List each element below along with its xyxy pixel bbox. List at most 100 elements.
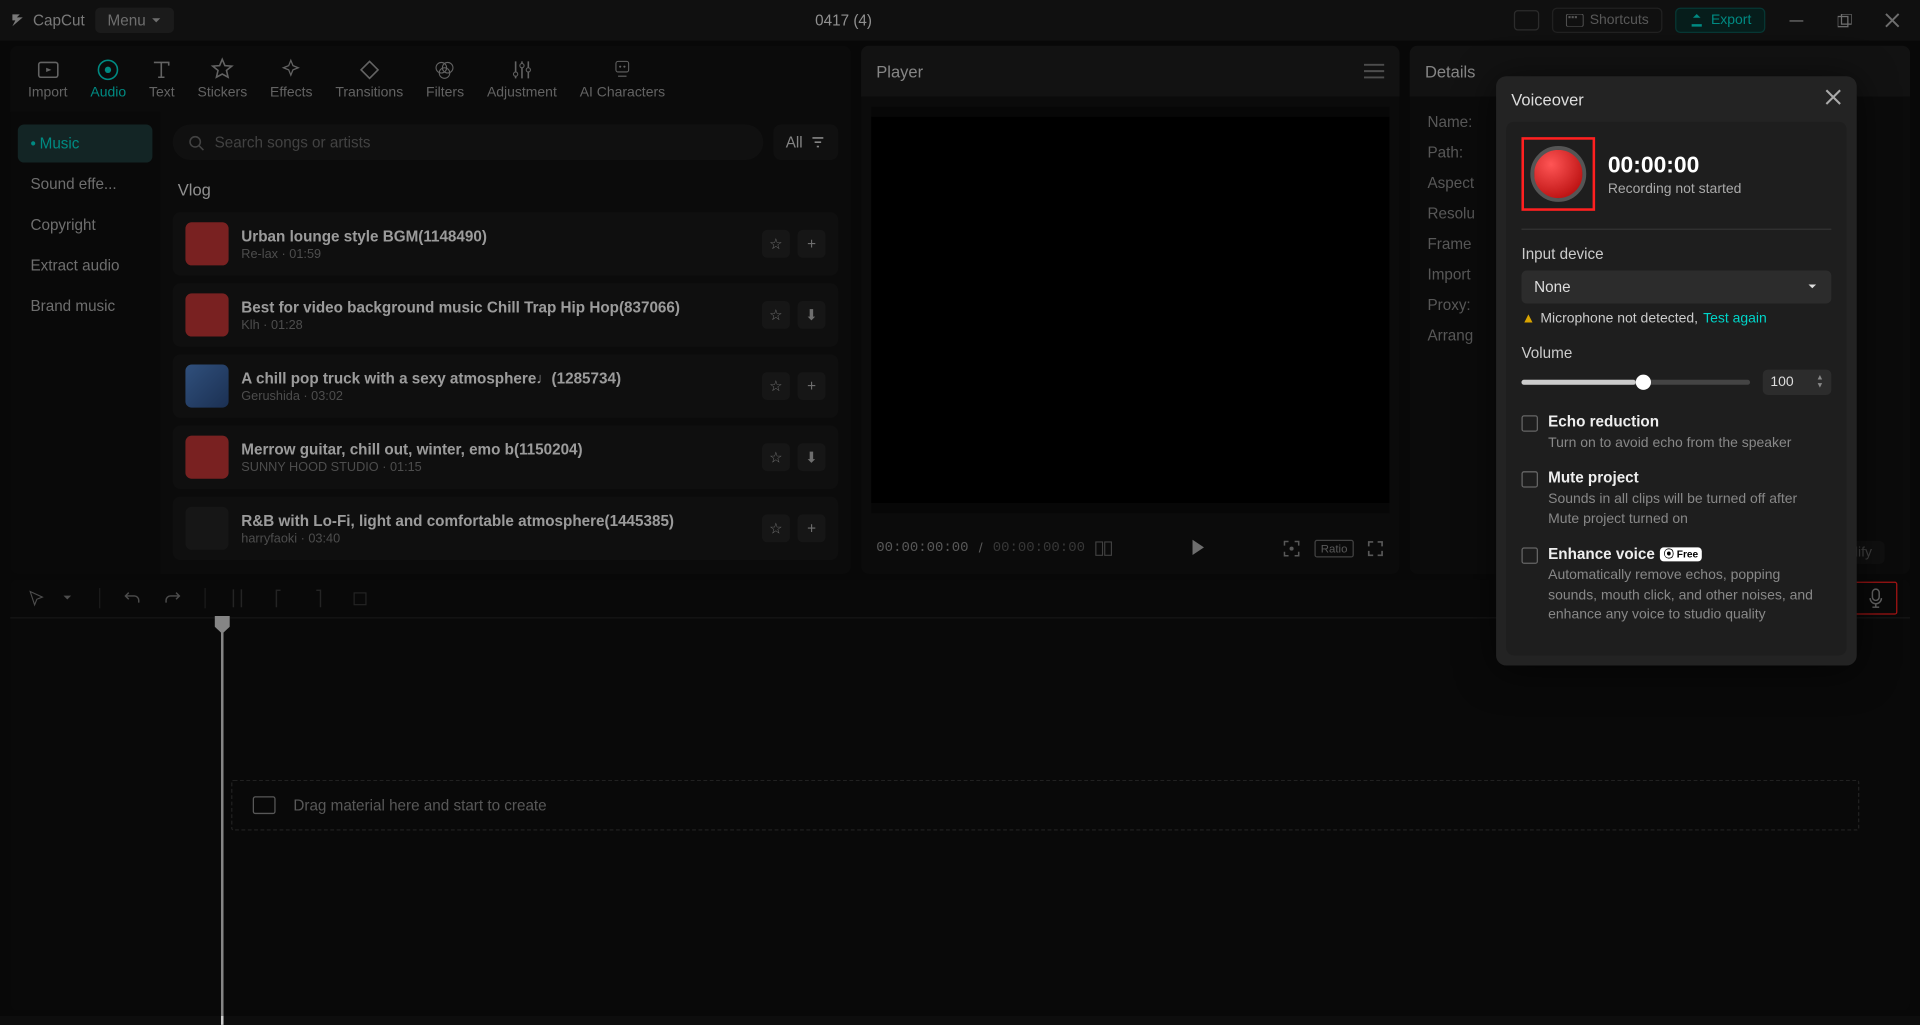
playhead[interactable] [221, 618, 224, 1024]
mic-warning: ▲ Microphone not detected,Test again [1521, 311, 1831, 326]
record-button[interactable] [1521, 137, 1595, 211]
tab-adjustment[interactable]: Adjustment [487, 57, 557, 100]
chevron-down-icon [151, 15, 161, 25]
project-title: 0417 (4) [184, 11, 1504, 29]
record-circle-icon [1530, 146, 1586, 202]
selection-tool[interactable] [23, 584, 51, 612]
favorite-button[interactable]: ☆ [762, 443, 790, 471]
tab-filters[interactable]: Filters [426, 57, 464, 100]
ratio-button[interactable]: Ratio [1314, 540, 1353, 558]
favorite-button[interactable]: ☆ [762, 230, 790, 258]
tab-transitions[interactable]: Transitions [335, 57, 403, 100]
microphone-icon [1867, 588, 1885, 608]
trim-right-tool[interactable]: ⎤ [305, 584, 333, 612]
timeline-tracks[interactable]: Drag material here and start to create [10, 640, 1910, 996]
sidebar-item-music[interactable]: •Music [18, 124, 153, 162]
free-badge: ⦿ Free [1660, 547, 1702, 561]
compare-icon[interactable] [1095, 540, 1113, 558]
add-button[interactable]: + [798, 372, 826, 400]
song-thumbnail [185, 293, 228, 336]
media-tab-strip: Import Audio Text Stickers Effects Trans… [10, 46, 851, 112]
voiceover-button[interactable] [1854, 582, 1897, 615]
download-button[interactable]: ⬇ [798, 443, 826, 471]
tool-dropdown[interactable] [53, 584, 81, 612]
sidebar-item-extract-audio[interactable]: Extract audio [18, 246, 153, 284]
song-row[interactable]: Best for video background music Chill Tr… [173, 283, 838, 347]
option-label: Enhance voice ⦿ Free [1548, 545, 1831, 563]
focus-icon[interactable] [1281, 538, 1301, 558]
tab-audio[interactable]: Audio [90, 57, 126, 100]
download-button[interactable]: ⬇ [798, 301, 826, 329]
volume-stepper[interactable]: 100 ▲▼ [1763, 370, 1832, 395]
undo-button[interactable] [118, 584, 146, 612]
favorite-button[interactable]: ☆ [762, 372, 790, 400]
maximize-icon [1837, 13, 1851, 27]
minimize-button[interactable] [1778, 3, 1814, 39]
layout-icon[interactable] [1514, 10, 1539, 30]
volume-slider[interactable] [1521, 380, 1750, 385]
song-row[interactable]: A chill pop truck with a sexy atmosphere… [173, 354, 838, 418]
timeline-drop-hint[interactable]: Drag material here and start to create [231, 780, 1859, 831]
song-title: R&B with Lo-Fi, light and comfortable at… [241, 511, 749, 529]
test-again-link[interactable]: Test again [1703, 311, 1767, 326]
undo-icon [123, 589, 141, 607]
search-input[interactable]: Search songs or artists [173, 124, 763, 160]
audio-icon [96, 57, 121, 82]
song-row[interactable]: Urban lounge style BGM(1148490)Re-lax · … [173, 212, 838, 276]
checkbox[interactable] [1521, 472, 1538, 489]
play-icon [1188, 538, 1206, 556]
song-row[interactable]: R&B with Lo-Fi, light and comfortable at… [173, 497, 838, 561]
voiceover-title: Voiceover [1511, 90, 1584, 109]
player-menu-icon[interactable] [1364, 64, 1384, 79]
volume-label: Volume [1521, 344, 1831, 362]
redo-button[interactable] [159, 584, 187, 612]
export-icon [1689, 13, 1704, 28]
fullscreen-icon[interactable] [1367, 540, 1385, 558]
shortcuts-button[interactable]: Shortcuts [1552, 8, 1663, 33]
song-title: A chill pop truck with a sexy atmosphere… [241, 369, 749, 387]
transitions-icon [357, 57, 382, 82]
maximize-button[interactable] [1826, 3, 1862, 39]
add-button[interactable]: + [798, 230, 826, 258]
split-tool[interactable]: ⎮⎮ [224, 584, 252, 612]
tab-stickers[interactable]: Stickers [198, 57, 248, 100]
import-icon [35, 57, 60, 82]
sidebar-item-copyright[interactable]: Copyright [18, 206, 153, 244]
checkbox[interactable] [1521, 415, 1538, 432]
input-device-select[interactable]: None [1521, 271, 1831, 304]
tab-effects[interactable]: Effects [270, 57, 312, 100]
close-icon [1885, 13, 1900, 28]
capcut-icon [10, 11, 28, 29]
player-time-total: 00:00:00:00 [993, 541, 1085, 556]
export-button[interactable]: Export [1675, 8, 1765, 33]
favorite-button[interactable]: ☆ [762, 301, 790, 329]
filter-button[interactable]: All [773, 124, 838, 160]
song-list: Urban lounge style BGM(1148490)Re-lax · … [173, 212, 838, 560]
sidebar-item-sound-effects[interactable]: Sound effe... [18, 165, 153, 203]
tab-ai-characters[interactable]: AI Characters [580, 57, 665, 100]
audio-sidebar: •Music Sound effe... Copyright Extract a… [10, 112, 160, 574]
tab-text[interactable]: Text [149, 57, 175, 100]
option-description: Sounds in all clips will be turned off a… [1548, 491, 1831, 530]
play-button[interactable] [1188, 538, 1206, 560]
add-button[interactable]: + [798, 514, 826, 542]
player-time-current: 00:00:00:00 [876, 541, 968, 556]
menu-button[interactable]: Menu [95, 8, 174, 33]
close-button[interactable] [1875, 3, 1911, 39]
favorite-button[interactable]: ☆ [762, 514, 790, 542]
delete-tool[interactable] [345, 584, 373, 612]
tab-import[interactable]: Import [28, 57, 68, 100]
stickers-icon [210, 57, 235, 82]
song-row[interactable]: Merrow guitar, chill out, winter, emo b(… [173, 425, 838, 489]
media-clip-icon [253, 796, 276, 814]
record-status: Recording not started [1608, 181, 1742, 196]
player-canvas[interactable] [871, 107, 1389, 513]
voiceover-close-button[interactable] [1825, 89, 1842, 109]
trim-left-tool[interactable]: ⎡ [264, 584, 292, 612]
voiceover-option: Mute projectSounds in all clips will be … [1521, 469, 1831, 530]
media-panel: Import Audio Text Stickers Effects Trans… [10, 46, 851, 574]
app-logo: CapCut [10, 11, 85, 29]
checkbox[interactable] [1521, 548, 1538, 565]
sidebar-item-brand-music[interactable]: Brand music [18, 287, 153, 325]
song-thumbnail [185, 507, 228, 550]
